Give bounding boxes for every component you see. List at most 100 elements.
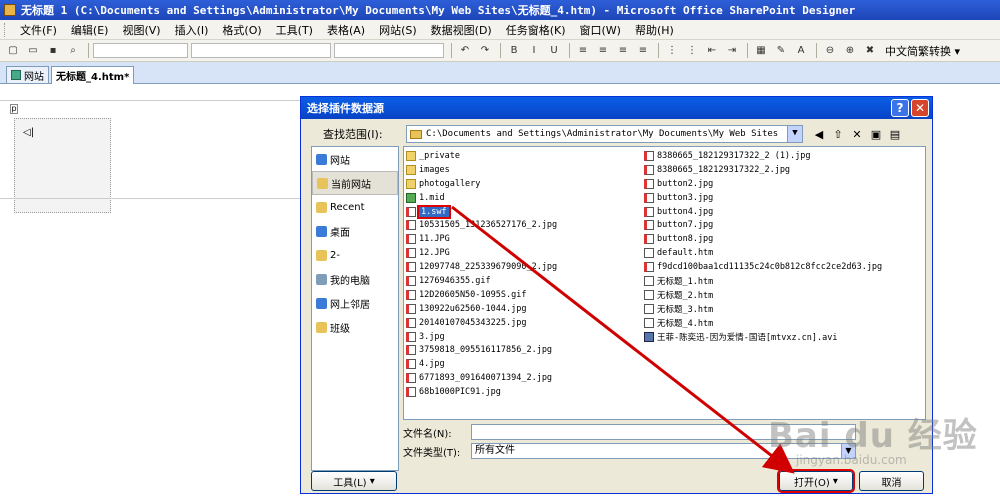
file-item[interactable]: 10531505_131236527176_2.jpg	[406, 218, 646, 232]
tab-untitled-4[interactable]: 无标题_4.htm*	[51, 66, 135, 84]
up-folder-icon[interactable]: ⇧	[830, 126, 846, 142]
new-file-icon[interactable]: ▢	[4, 43, 22, 59]
align-right-icon[interactable]: ≡	[614, 43, 632, 59]
menu-window[interactable]: 窗口(W)	[573, 22, 628, 38]
file-item[interactable]: button4.jpg	[644, 205, 924, 219]
file-item[interactable]: 无标题_3.htm	[644, 302, 924, 316]
file-item[interactable]: button8.jpg	[644, 232, 924, 246]
file-item[interactable]: 王菲-陈奕迅-因为爱情-国语[mtvxz.cn].avi	[644, 330, 924, 344]
place-item[interactable]: 2-	[312, 243, 398, 267]
help-icon[interactable]: ?	[891, 99, 909, 117]
place-item[interactable]: 我的电脑	[312, 267, 398, 291]
bold-icon[interactable]: B	[505, 43, 523, 59]
back-icon[interactable]: ◀	[811, 126, 827, 142]
font-color-icon[interactable]: A	[792, 43, 810, 59]
redo-icon[interactable]: ↷	[476, 43, 494, 59]
place-item[interactable]: 桌面	[312, 219, 398, 243]
align-left-icon[interactable]: ≡	[574, 43, 592, 59]
save-icon[interactable]: ▪	[44, 43, 62, 59]
place-item[interactable]: 网上邻居	[312, 291, 398, 315]
menu-format[interactable]: 格式(O)	[215, 22, 268, 38]
lookin-combo[interactable]: C:\Documents and Settings\Administrator\…	[406, 125, 803, 143]
file-item[interactable]: 11.JPG	[406, 232, 646, 246]
align-center-icon[interactable]: ≡	[594, 43, 612, 59]
font-dropdown[interactable]	[191, 43, 331, 58]
border-icon[interactable]: ▦	[752, 43, 770, 59]
file-item[interactable]: 无标题_1.htm	[644, 274, 924, 288]
highlight-icon[interactable]: ✎	[772, 43, 790, 59]
file-item[interactable]: 20140107045343225.jpg	[406, 316, 646, 330]
file-item[interactable]: default.htm	[644, 246, 924, 260]
cancel-button[interactable]: 取消	[859, 471, 924, 491]
tab-site[interactable]: 网站	[6, 66, 49, 83]
style-dropdown[interactable]	[93, 43, 188, 58]
file-item[interactable]: 12.JPG	[406, 246, 646, 260]
file-item[interactable]: 1.mid	[406, 191, 646, 205]
file-item[interactable]: 6771893_091640071394_2.jpg	[406, 371, 646, 385]
close-icon[interactable]: ✕	[911, 99, 929, 117]
file-item[interactable]: button7.jpg	[644, 218, 924, 232]
file-item[interactable]: 130922u62560-1044.jpg	[406, 302, 646, 316]
file-item[interactable]: 无标题_2.htm	[644, 288, 924, 302]
file-item[interactable]: 4.jpg	[406, 357, 646, 371]
file-name: 11.JPG	[419, 234, 450, 245]
indent-icon[interactable]: ⇥	[723, 43, 741, 59]
open-button[interactable]: 打开(O) ▾	[777, 469, 855, 493]
new-folder-icon[interactable]: ▣	[868, 126, 884, 142]
file-item[interactable]: 8380665_182129317322_2 (1).jpg	[644, 149, 924, 163]
tools-button[interactable]: 工具(L) ▾	[311, 471, 397, 491]
menu-view[interactable]: 视图(V)	[115, 22, 167, 38]
outdent-icon[interactable]: ⇤	[703, 43, 721, 59]
file-item[interactable]: button3.jpg	[644, 191, 924, 205]
chevron-down-icon[interactable]: ▼	[787, 126, 802, 142]
search-icon[interactable]: ⌕	[64, 43, 82, 59]
menu-edit[interactable]: 编辑(E)	[64, 22, 116, 38]
underline-icon[interactable]: U	[545, 43, 563, 59]
file-item[interactable]: images	[406, 163, 646, 177]
file-item[interactable]: 1276946355.gif	[406, 274, 646, 288]
zoom-in-icon[interactable]: ⊕	[841, 43, 859, 59]
undo-icon[interactable]: ↶	[456, 43, 474, 59]
italic-icon[interactable]: I	[525, 43, 543, 59]
file-item[interactable]: 12D20605N50-1095S.gif	[406, 288, 646, 302]
justify-icon[interactable]: ≡	[634, 43, 652, 59]
file-item[interactable]: f9dcd100baa1cd11135c24c0b812c8fcc2ce2d63…	[644, 260, 924, 274]
file-item[interactable]: 12097748_225339679090_2.jpg	[406, 260, 646, 274]
file-item[interactable]: photogallery	[406, 177, 646, 191]
menu-site[interactable]: 网站(S)	[372, 22, 424, 38]
file-item[interactable]: _private	[406, 149, 646, 163]
file-item[interactable]: button2.jpg	[644, 177, 924, 191]
file-item[interactable]: 68b1000PIC91.jpg	[406, 385, 646, 399]
cancel-label: 取消	[881, 477, 902, 489]
file-item[interactable]: 3759818_095516117856_2.jpg	[406, 343, 646, 357]
views-icon[interactable]: ▤	[887, 126, 903, 142]
file-icon	[406, 206, 416, 217]
file-item[interactable]: 1.swf	[406, 204, 646, 219]
file-item[interactable]: 无标题_4.htm	[644, 316, 924, 330]
place-label: 当前网站	[331, 179, 371, 191]
delete-icon[interactable]: ✕	[849, 126, 865, 142]
menu-dataview[interactable]: 数据视图(D)	[424, 22, 499, 38]
menu-tools[interactable]: 工具(T)	[269, 22, 320, 38]
file-name: 12D20605N50-1095S.gif	[419, 289, 527, 300]
file-item[interactable]: 3.jpg	[406, 330, 646, 344]
font-size-dropdown[interactable]	[334, 43, 444, 58]
place-item[interactable]: 班级	[312, 315, 398, 339]
numbered-list-icon[interactable]: ⋮	[663, 43, 681, 59]
menu-taskpanes[interactable]: 任务窗格(K)	[499, 22, 573, 38]
menu-table[interactable]: 表格(A)	[320, 22, 372, 38]
menu-insert[interactable]: 插入(I)	[168, 22, 216, 38]
menu-help[interactable]: 帮助(H)	[628, 22, 681, 38]
file-list[interactable]: _private images photogallery 1.mid 1.swf 1053…	[403, 146, 926, 420]
place-item[interactable]: Recent	[312, 195, 398, 219]
place-item[interactable]: 当前网站	[312, 171, 398, 195]
zoom-out-icon[interactable]: ⊖	[821, 43, 839, 59]
bullet-list-icon[interactable]: ⋮	[683, 43, 701, 59]
stop-icon[interactable]: ✖	[861, 43, 879, 59]
place-item[interactable]: 网站	[312, 147, 398, 171]
file-item[interactable]: 8380665_182129317322_2.jpg	[644, 163, 924, 177]
open-folder-icon[interactable]: ▭	[24, 43, 42, 59]
place-icon	[316, 225, 327, 237]
chinese-conversion-button[interactable]: 中文简繁转换 ▾	[885, 43, 960, 59]
menu-file[interactable]: 文件(F)	[13, 22, 64, 38]
